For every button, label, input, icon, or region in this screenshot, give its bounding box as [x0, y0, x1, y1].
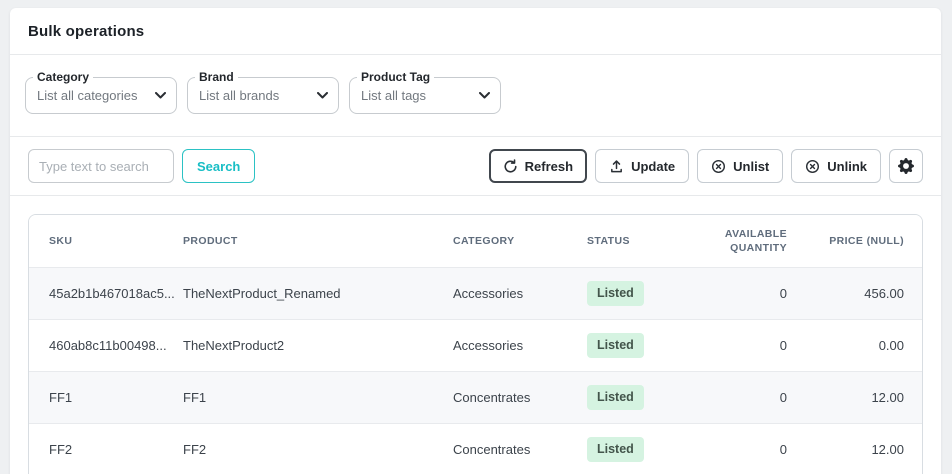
cell-product: FF1	[183, 390, 453, 405]
cell-available-quantity: 0	[717, 390, 787, 405]
cell-available-quantity: 0	[717, 286, 787, 301]
cell-price: 12.00	[787, 390, 922, 405]
filters-bar: Category List all categories Brand List …	[10, 55, 941, 137]
cell-price: 0.00	[787, 338, 922, 353]
bulk-operations-card: Bulk operations Category List all catego…	[10, 8, 941, 474]
refresh-button-label: Refresh	[525, 159, 573, 174]
brand-filter-label: Brand	[195, 70, 238, 84]
column-header-product: PRODUCT	[183, 234, 453, 248]
circle-x-icon	[711, 159, 726, 174]
update-button-label: Update	[631, 159, 675, 174]
table-row[interactable]: FF1 FF1 Concentrates Listed 0 12.00	[29, 371, 922, 423]
bulk-action-buttons: Refresh Update	[489, 149, 923, 183]
upload-icon	[609, 159, 624, 174]
status-badge: Listed	[587, 281, 644, 306]
search-input[interactable]	[28, 149, 174, 183]
refresh-icon	[503, 159, 518, 174]
product-tag-filter-select[interactable]: Product Tag List all tags	[349, 77, 501, 114]
table-row[interactable]: 45a2b1b467018ac5... TheNextProduct_Renam…	[29, 267, 922, 319]
cell-available-quantity: 0	[717, 442, 787, 457]
products-table: SKU PRODUCT CATEGORY STATUS AVAILABLE QU…	[28, 214, 923, 474]
chevron-down-icon	[479, 92, 490, 99]
unlink-button-label: Unlink	[827, 159, 867, 174]
column-header-sku: SKU	[29, 234, 183, 248]
column-header-available-quantity: AVAILABLE QUANTITY	[717, 227, 787, 255]
chevron-down-icon	[317, 92, 328, 99]
circle-x-icon	[805, 159, 820, 174]
product-tag-filter-label: Product Tag	[357, 70, 434, 84]
refresh-button[interactable]: Refresh	[489, 149, 587, 183]
brand-filter-select[interactable]: Brand List all brands	[187, 77, 339, 114]
cell-sku: 460ab8c11b00498...	[29, 338, 183, 353]
unlink-button[interactable]: Unlink	[791, 149, 881, 183]
table-toolbar: Search Refresh	[10, 137, 941, 196]
cell-category: Accessories	[453, 338, 587, 353]
cell-available-quantity: 0	[717, 338, 787, 353]
status-badge: Listed	[587, 385, 644, 410]
chevron-down-icon	[155, 92, 166, 99]
table-header-row: SKU PRODUCT CATEGORY STATUS AVAILABLE QU…	[29, 215, 922, 267]
card-header: Bulk operations	[10, 8, 941, 55]
cell-product: TheNextProduct_Renamed	[183, 286, 453, 301]
cell-sku: 45a2b1b467018ac5...	[29, 286, 183, 301]
search-button[interactable]: Search	[182, 149, 255, 183]
category-filter-select[interactable]: Category List all categories	[25, 77, 177, 114]
cell-category: Concentrates	[453, 390, 587, 405]
table-row[interactable]: FF2 FF2 Concentrates Listed 0 12.00	[29, 423, 922, 474]
page-title: Bulk operations	[28, 23, 923, 40]
cell-product: FF2	[183, 442, 453, 457]
cell-sku: FF1	[29, 390, 183, 405]
category-filter-value: List all categories	[37, 88, 149, 103]
status-badge: Listed	[587, 333, 644, 358]
unlist-button[interactable]: Unlist	[697, 149, 783, 183]
table-row[interactable]: 460ab8c11b00498... TheNextProduct2 Acces…	[29, 319, 922, 371]
status-badge: Listed	[587, 437, 644, 462]
cell-price: 12.00	[787, 442, 922, 457]
column-header-category: CATEGORY	[453, 234, 587, 248]
cell-product: TheNextProduct2	[183, 338, 453, 353]
column-header-price: PRICE (NULL)	[787, 234, 922, 248]
product-tag-filter-value: List all tags	[361, 88, 473, 103]
category-filter-label: Category	[33, 70, 93, 84]
column-header-status: STATUS	[587, 234, 717, 248]
cell-price: 456.00	[787, 286, 922, 301]
cell-sku: FF2	[29, 442, 183, 457]
unlist-button-label: Unlist	[733, 159, 769, 174]
cell-category: Concentrates	[453, 442, 587, 457]
brand-filter-value: List all brands	[199, 88, 311, 103]
cell-category: Accessories	[453, 286, 587, 301]
table-settings-button[interactable]	[889, 149, 923, 183]
gear-icon	[898, 158, 914, 174]
update-button[interactable]: Update	[595, 149, 689, 183]
